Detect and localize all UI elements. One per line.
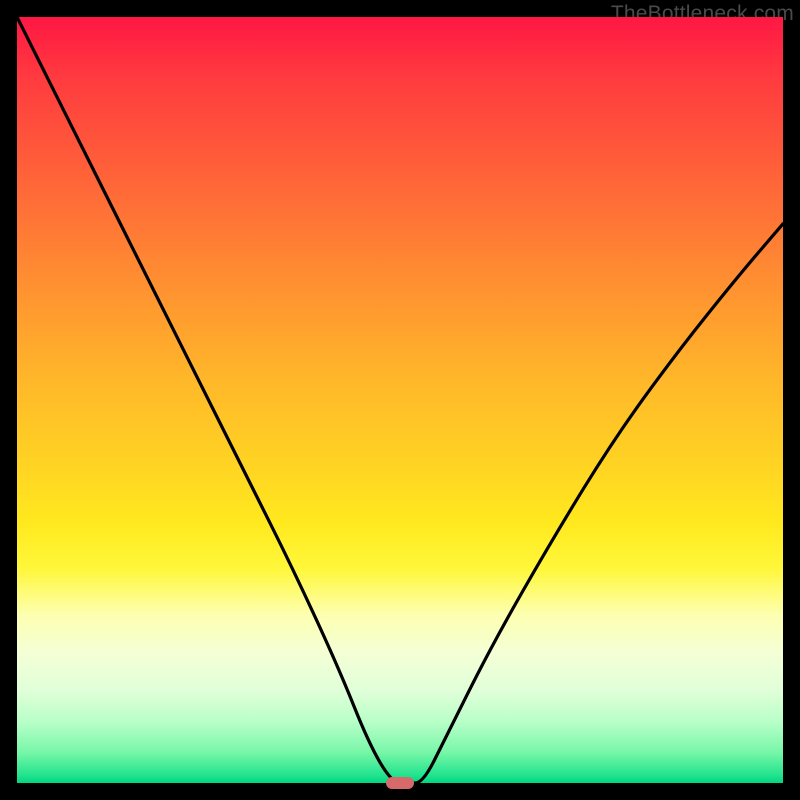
plot-area [17, 17, 783, 783]
chart-stage: TheBottleneck.com [0, 0, 800, 800]
optimum-marker [386, 777, 414, 789]
bottleneck-curve [17, 17, 783, 783]
